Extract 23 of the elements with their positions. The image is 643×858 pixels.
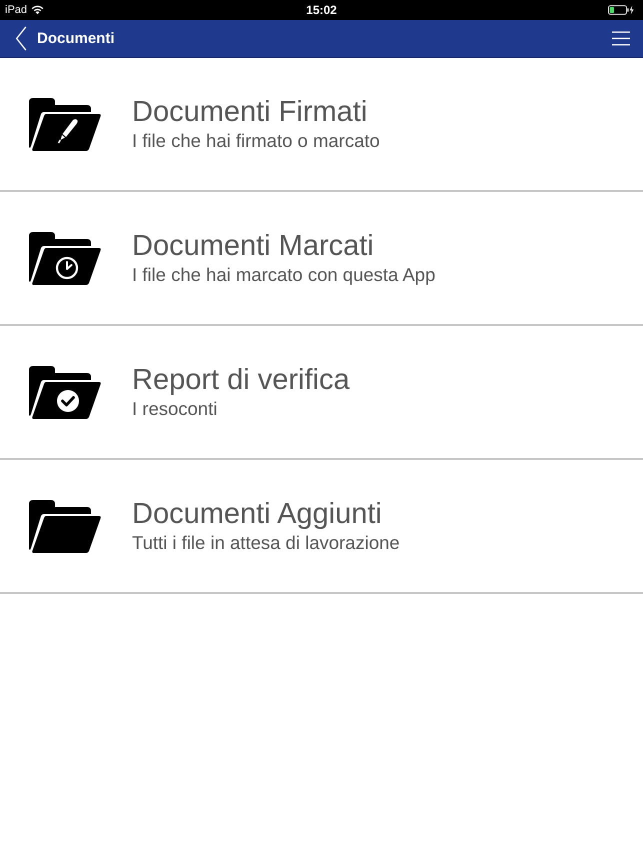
folder-list-item[interactable]: Report di verifica I resoconti xyxy=(0,326,643,460)
folder-list-item[interactable]: Documenti Aggiunti Tutti i file in attesa di lavorazione xyxy=(0,460,643,594)
menu-icon[interactable] xyxy=(612,31,630,46)
back-chevron-icon[interactable] xyxy=(15,26,27,51)
item-title: Report di verifica xyxy=(132,363,350,397)
item-title: Documenti Aggiunti xyxy=(132,497,383,531)
item-subtitle: I resoconti xyxy=(132,397,218,421)
item-subtitle: I file che hai marcato con questa App xyxy=(132,263,436,287)
folder-icon xyxy=(29,498,101,554)
item-title: Documenti Firmati xyxy=(132,95,368,129)
folder-check-icon xyxy=(29,364,101,420)
carrier-label: iPad xyxy=(5,4,28,16)
item-subtitle: Tutti i file in attesa di lavorazione xyxy=(132,531,400,555)
wifi-icon xyxy=(31,5,44,15)
folder-list-item[interactable]: Documenti Marcati I file che hai marcato con questa App xyxy=(0,192,643,326)
folder-clock-icon xyxy=(29,230,101,286)
battery-charging-icon xyxy=(608,5,634,15)
nav-title: Documenti xyxy=(37,30,116,47)
folder-pen-icon xyxy=(29,96,101,152)
clock-time: 15:02 xyxy=(306,3,337,17)
item-subtitle: I file che hai firmato o marcato xyxy=(132,129,380,153)
folder-list-item[interactable]: Documenti Firmati I file che hai firmato o marcato xyxy=(0,58,643,192)
item-title: Documenti Marcati xyxy=(132,229,375,263)
